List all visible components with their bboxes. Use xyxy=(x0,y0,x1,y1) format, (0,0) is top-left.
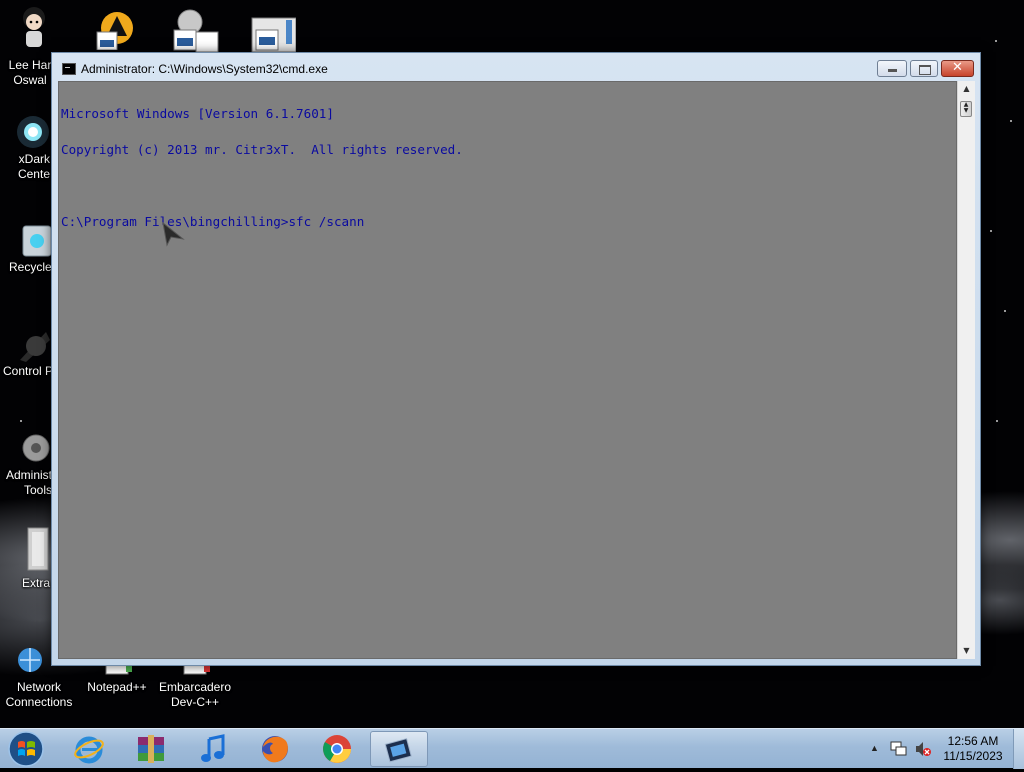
clock-time: 12:56 AM xyxy=(947,734,999,748)
minimize-button[interactable] xyxy=(877,60,907,77)
scroll-thumb[interactable]: ▲ ▼ xyxy=(960,101,972,117)
windows-orb-icon xyxy=(8,731,44,767)
recycle-bin-icon xyxy=(20,222,54,257)
icon-label: Embarcadero Dev-C++ xyxy=(158,680,232,709)
shortcut-file-icon xyxy=(96,12,133,51)
desktop-icon-embarcadero-dev-cpp[interactable]: Embarcadero Dev-C++ xyxy=(156,660,234,710)
close-icon: ✕ xyxy=(952,60,963,75)
document-icon xyxy=(251,17,297,53)
xdark-orb-icon xyxy=(16,112,50,148)
internet-explorer-icon xyxy=(74,736,104,764)
mouse-cursor-icon xyxy=(161,221,185,253)
cmd-icon xyxy=(62,63,76,75)
clock[interactable]: 12:56 AM 11/15/2023 xyxy=(936,734,1010,764)
admin-tools-gear-icon xyxy=(18,430,52,464)
show-hidden-icons[interactable]: ▲ xyxy=(870,743,879,753)
scroll-up-arrow-icon[interactable]: ▲ xyxy=(958,81,975,97)
chrome-icon xyxy=(323,735,351,763)
maximize-button[interactable] xyxy=(910,60,938,77)
icon-label: Notepad++ xyxy=(87,680,147,694)
cmd-window[interactable]: Administrator: C:\Windows\System32\cmd.e… xyxy=(51,52,981,666)
system-tray: ▲ 12:56 AM 11/15/2023 xyxy=(864,729,1024,769)
clock-date: 11/15/2023 xyxy=(943,749,1003,763)
console-prompt-line: C:\Program Files\bingchilling>sfc /scann xyxy=(61,214,365,229)
taskbar-itunes[interactable] xyxy=(186,731,240,767)
control-panel-icon xyxy=(16,326,50,362)
vertical-scrollbar[interactable]: ▲ ▲ ▼ ▼ xyxy=(957,81,975,659)
cmd-taskbar-icon xyxy=(384,738,412,763)
minimize-icon xyxy=(888,69,897,72)
taskbar-cmd[interactable] xyxy=(370,731,428,767)
settings-file-icon xyxy=(173,9,219,53)
scroll-down-arrow-icon[interactable]: ▼ xyxy=(958,643,975,659)
person-icon xyxy=(17,4,51,47)
taskbar-chrome[interactable] xyxy=(310,731,364,767)
taskbar-internet-explorer[interactable] xyxy=(62,731,116,767)
volume-muted-icon[interactable] xyxy=(914,741,932,760)
console-line: Microsoft Windows [Version 6.1.7601] xyxy=(61,106,334,121)
winrar-icon xyxy=(138,735,164,763)
icon-label: Lee Har Oswal xyxy=(8,58,52,87)
start-button[interactable] xyxy=(4,730,48,768)
show-desktop-button[interactable] xyxy=(1013,729,1024,769)
window-title: Administrator: C:\Windows\System32\cmd.e… xyxy=(81,62,328,76)
taskbar-winrar[interactable] xyxy=(124,731,178,767)
desktop-icon-lee-harvey-oswald[interactable] xyxy=(10,4,58,47)
firefox-icon xyxy=(262,736,288,763)
close-button[interactable]: ✕ xyxy=(941,60,974,77)
console-output[interactable]: Microsoft Windows [Version 6.1.7601] Cop… xyxy=(58,81,957,659)
console-line: Copyright (c) 2013 mr. Citr3xT. All righ… xyxy=(61,142,463,157)
icon-label: Network Connections xyxy=(5,680,73,709)
title-bar[interactable]: Administrator: C:\Windows\System32\cmd.e… xyxy=(52,53,980,83)
network-globe-icon xyxy=(14,646,48,676)
desktop-icon-top-3[interactable] xyxy=(250,14,297,53)
taskbar-firefox[interactable] xyxy=(248,731,302,767)
taskbar: ▲ 12:56 AM 11/15/2023 xyxy=(0,728,1024,769)
desktop-icon-top-1[interactable] xyxy=(95,10,135,51)
network-icon[interactable] xyxy=(890,741,908,760)
desktop-icon-top-2[interactable] xyxy=(170,8,220,53)
maximize-icon xyxy=(919,65,931,75)
music-note-icon xyxy=(201,734,225,762)
